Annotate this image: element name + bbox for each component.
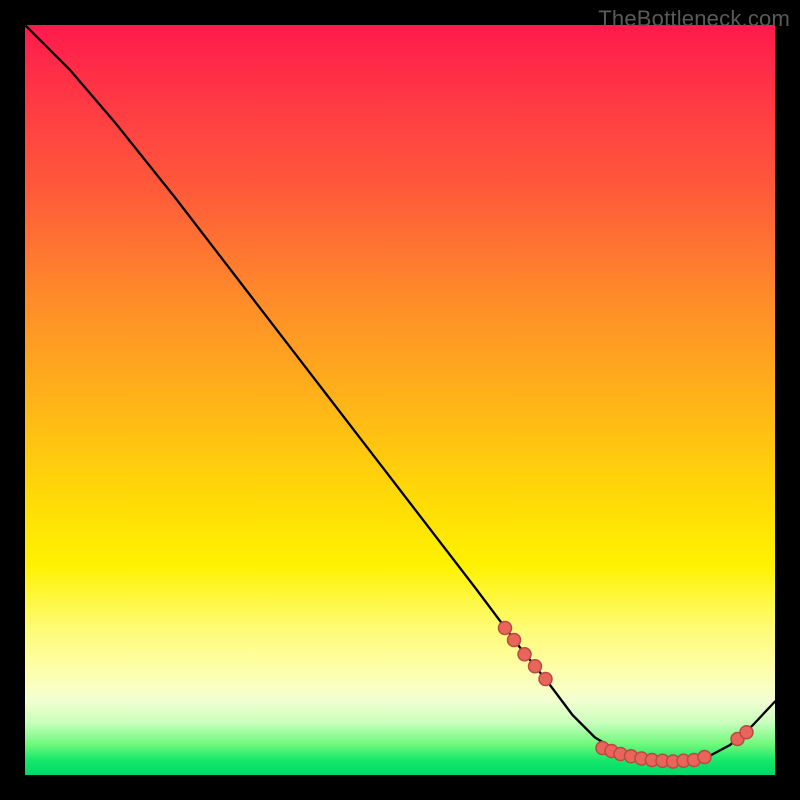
data-markers [499,622,754,769]
chart-svg [25,25,775,775]
data-marker [740,726,753,739]
data-marker [499,622,512,635]
chart-plot-area [25,25,775,775]
data-marker [529,660,542,673]
chart-frame: TheBottleneck.com [0,0,800,800]
data-marker [539,673,552,686]
data-marker [698,751,711,764]
watermark-text: TheBottleneck.com [598,6,790,32]
bottleneck-curve [25,25,775,762]
data-marker [518,648,531,661]
data-marker [508,634,521,647]
